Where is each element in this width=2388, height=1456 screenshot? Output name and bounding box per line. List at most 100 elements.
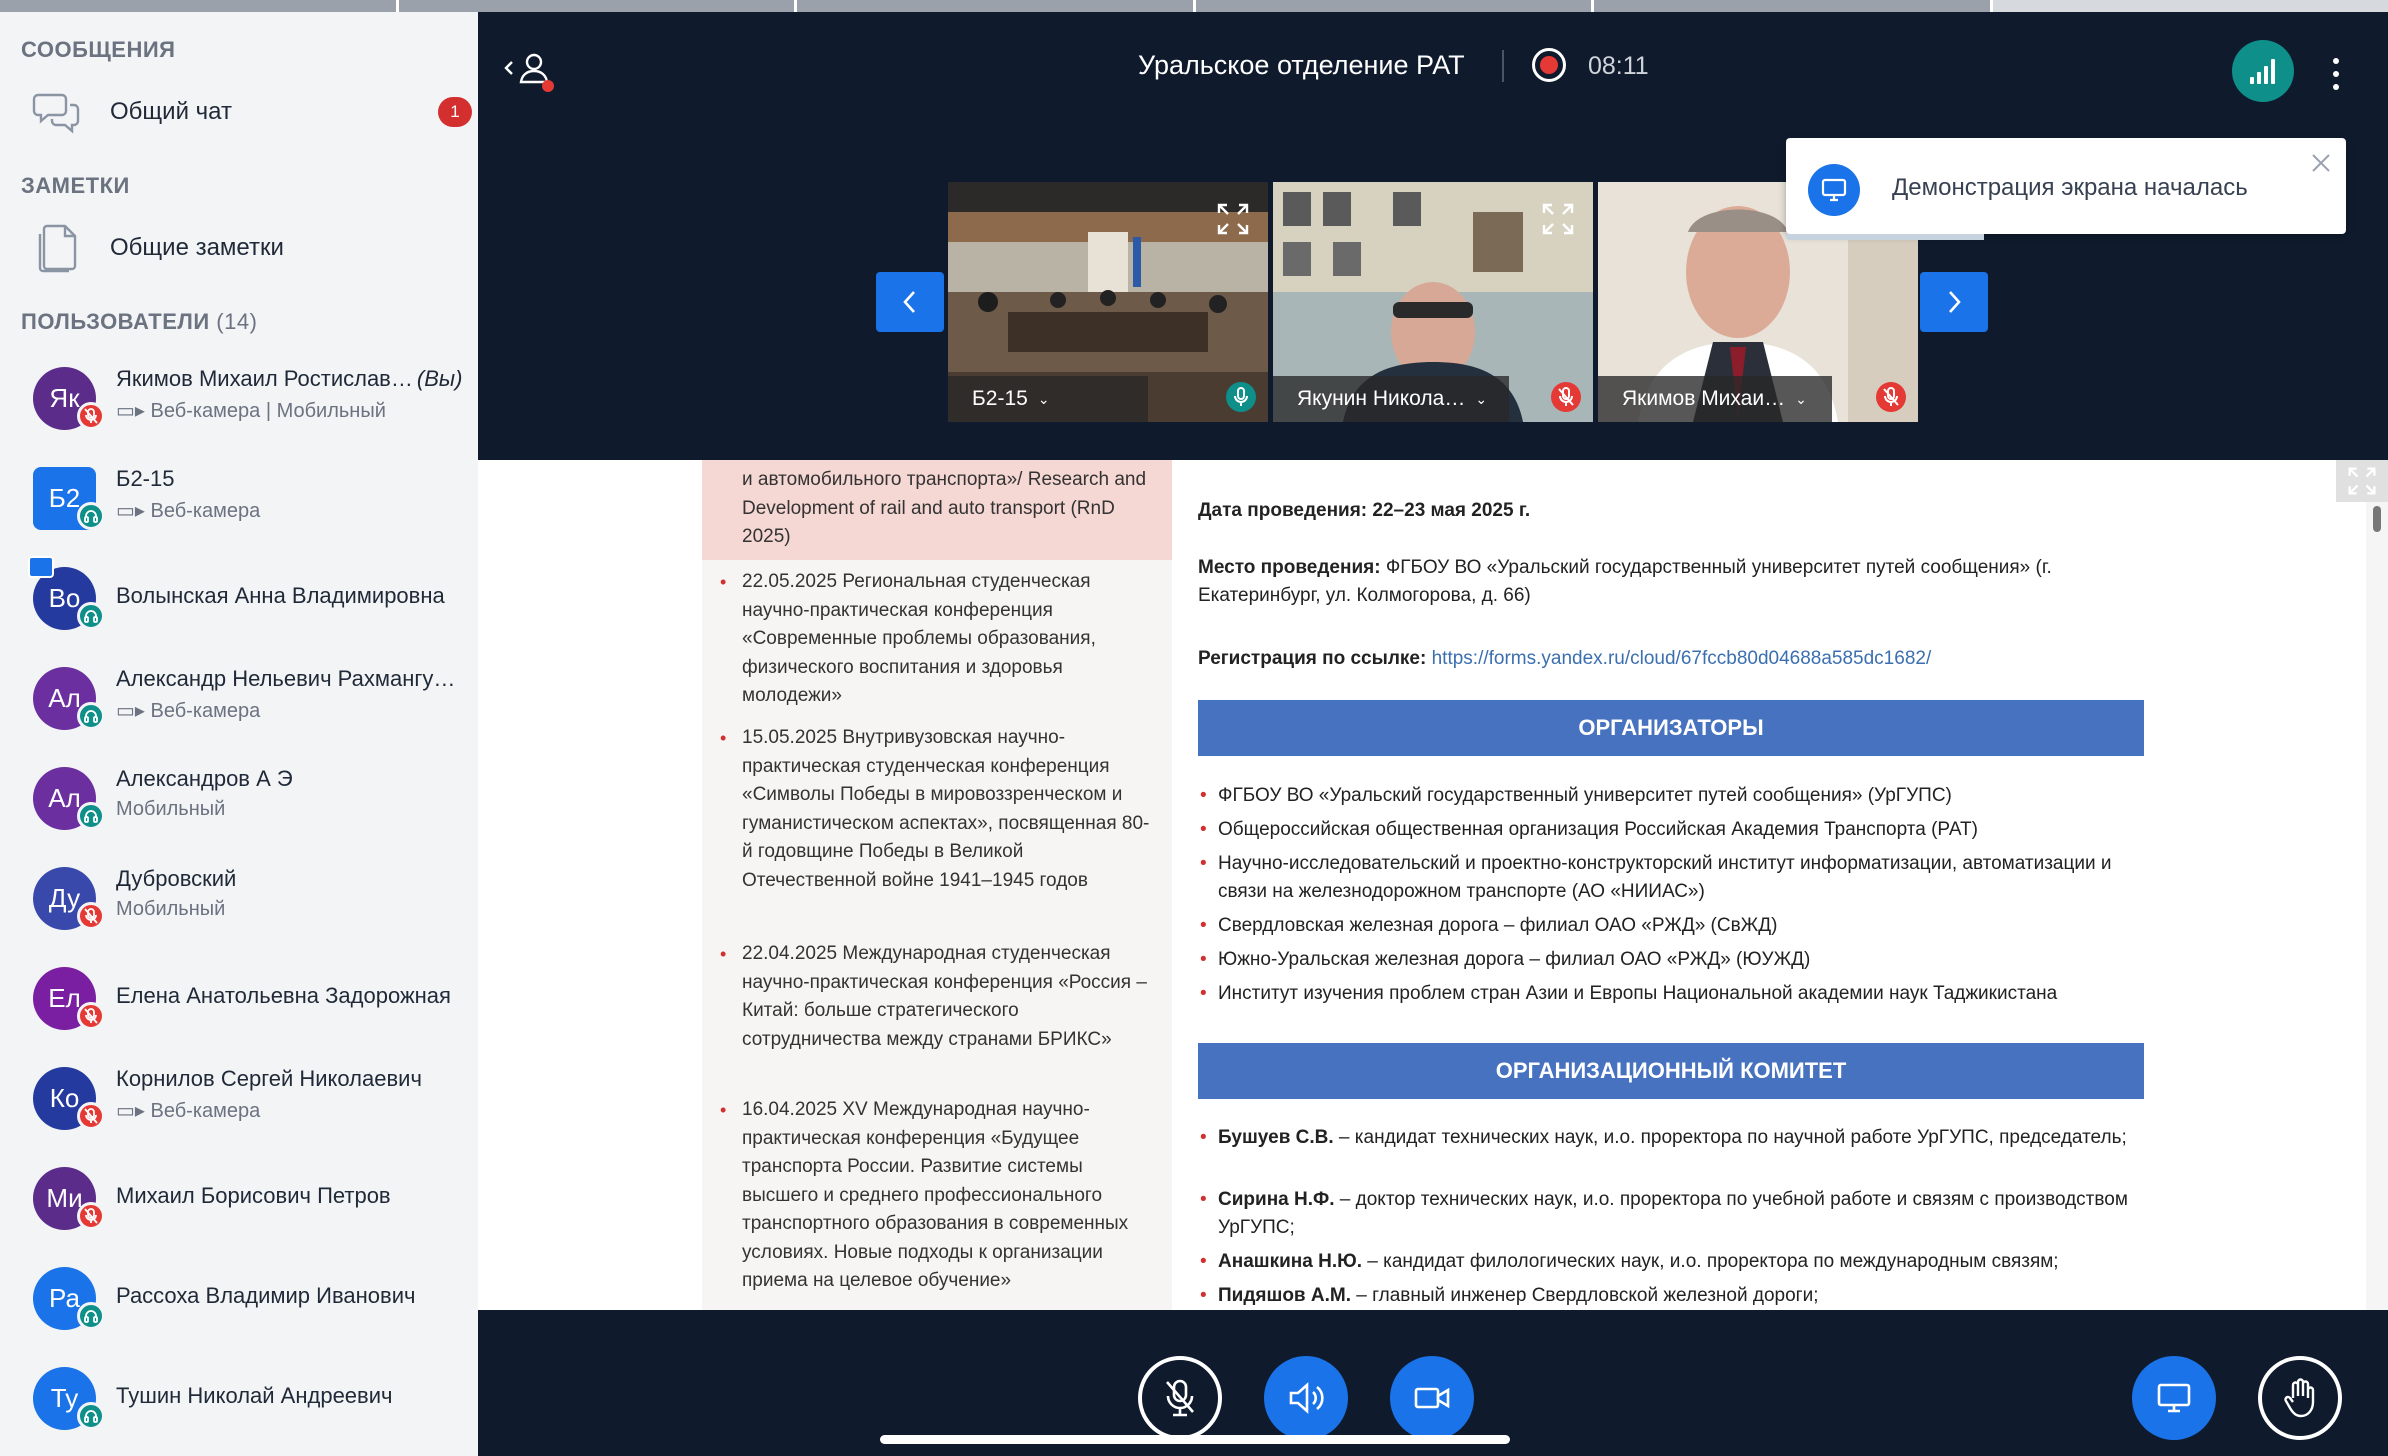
user-name-text: Корнилов Сергей Николаевич	[116, 1066, 422, 1091]
avatar-initials: Б2	[48, 482, 81, 513]
news-item[interactable]: 15.05.2025 Внутривузовская научно-практи…	[720, 724, 1152, 895]
user-info: Б2-15 ▭▸ Веб-камера	[116, 466, 472, 523]
recording-indicator[interactable]	[1532, 48, 1566, 82]
user-device: Мобильный	[116, 898, 226, 920]
avatar-initials: Ту	[50, 1382, 79, 1413]
user-name-text: Михаил Борисович Петров	[116, 1183, 391, 1208]
user-info: Рассоха Владимир Иванович	[116, 1283, 472, 1309]
raise-hand-button[interactable]	[2258, 1356, 2342, 1440]
fullscreen-share-button[interactable]	[2336, 460, 2388, 502]
event-registration: Регистрация по ссылке: https://forms.yan…	[1198, 648, 1931, 670]
home-indicator[interactable]	[880, 1435, 1510, 1444]
avatar-initials: Ел	[48, 982, 81, 1013]
connection-status-button[interactable]	[2232, 40, 2294, 102]
user-name: Корнилов Сергей Николаевич	[116, 1066, 472, 1092]
kebab-menu-icon	[2333, 58, 2339, 90]
news-column: и автомобильного транспорта»/ Research a…	[702, 460, 1172, 1310]
screenshare-toast: Демонстрация экрана началась	[1786, 138, 2346, 240]
registration-link[interactable]: https://forms.yandex.ru/cloud/67fccb80d0…	[1432, 648, 1932, 669]
camera-button[interactable]	[1390, 1356, 1474, 1440]
user-list-item[interactable]: Ел Елена Анатольевна Задорожная	[0, 948, 478, 1048]
back-users-button[interactable]	[502, 48, 562, 92]
news-item[interactable]: 22.05.2025 Региональная студенческая нау…	[720, 568, 1152, 711]
document-scrollbar[interactable]	[2366, 460, 2388, 1310]
mic-muted-icon	[77, 402, 105, 430]
toast-close-button[interactable]	[2308, 150, 2334, 176]
video-name-label[interactable]: Якимов Михаи… ⌄	[1598, 376, 1832, 422]
committee-member-name: Анашкина Н.Ю.	[1218, 1251, 1362, 1272]
user-device: ▭▸ Веб-камера	[116, 500, 261, 522]
user-name: Дубровский	[116, 866, 472, 892]
user-name-text: Волынская Анна Владимировна	[116, 583, 445, 608]
expand-video-button[interactable]	[1541, 202, 1575, 236]
general-chat-item[interactable]: Общий чат 1	[0, 70, 478, 154]
avatar-initials: Ал	[48, 782, 81, 813]
committee-member-name: Бушуев С.В.	[1218, 1127, 1334, 1148]
organizer-item: Институт изучения проблем стран Азии и Е…	[1200, 980, 2138, 1008]
user-list-item[interactable]: Ал Александров А Э Мобильный	[0, 748, 478, 848]
expand-video-button[interactable]	[1216, 202, 1250, 236]
videos-next-button[interactable]	[1920, 272, 1988, 332]
news-item[interactable]: 22.04.2025 Международная студенческая на…	[720, 940, 1152, 1054]
speaker-button[interactable]	[1264, 1356, 1348, 1440]
avatar-initials: Ду	[48, 882, 81, 913]
video-tile-yakunin[interactable]: Якунин Никола… ⌄	[1273, 182, 1593, 422]
video-name-text: Якунин Никола…	[1297, 387, 1466, 410]
mic-on-icon	[1226, 382, 1256, 412]
video-tile-b2-15[interactable]: Б2-15 ⌄	[948, 182, 1268, 422]
header-divider	[1502, 50, 1504, 82]
speaker-icon	[1289, 1382, 1324, 1414]
expand-icon	[1217, 203, 1249, 235]
committee-member-name: Сирина Н.Ф.	[1218, 1189, 1335, 1210]
shared-screen[interactable]: и автомобильного транспорта»/ Research a…	[478, 460, 2388, 1310]
screen-share-icon	[1808, 164, 1860, 216]
committee-member-desc: – кандидат технических наук, и.о. прорек…	[1333, 1127, 2127, 1148]
user-list-item[interactable]: Ал Александр Нельевич Рахмангу… ▭▸ Веб-кам…	[0, 648, 478, 748]
user-list-item[interactable]: Б2 Б2-15 ▭▸ Веб-камера	[0, 448, 478, 548]
videos-prev-button[interactable]	[876, 272, 944, 332]
chevron-down-icon: ⌄	[1795, 390, 1807, 407]
screen-share-icon	[2157, 1383, 2191, 1413]
user-list-item[interactable]: Ми Михаил Борисович Петров	[0, 1148, 478, 1248]
video-name-label[interactable]: Якунин Никола… ⌄	[1273, 376, 1509, 422]
user-name-text: Елена Анатольевна Задорожная	[116, 983, 451, 1008]
avatar-initials: Ко	[49, 1082, 80, 1113]
scrollbar-thumb[interactable]	[2373, 506, 2381, 532]
screen-share-button[interactable]	[2132, 1356, 2216, 1440]
news-item[interactable]: 16.04.2025 XV Международная научно-практ…	[720, 1096, 1152, 1296]
user-name: Тушин Николай Андреевич	[116, 1383, 472, 1409]
user-info: Корнилов Сергей Николаевич ▭▸ Веб-камера	[116, 1066, 472, 1123]
user-list-item[interactable]: Ко Корнилов Сергей Николаевич ▭▸ Веб-камер…	[0, 1048, 478, 1148]
user-list-item[interactable]: Як Якимов Михаил Ростислав… (Вы) ▭▸ Веб-кам…	[0, 348, 478, 448]
video-name-label[interactable]: Б2-15 ⌄	[948, 376, 1148, 422]
mic-off-icon	[1551, 382, 1581, 412]
user-name-text: Тушин Николай Андреевич	[116, 1383, 393, 1408]
microphone-button[interactable]	[1138, 1356, 1222, 1440]
shared-notes-item[interactable]: Общие заметки	[0, 206, 478, 290]
headphones-icon	[77, 602, 105, 630]
mic-muted-icon	[77, 902, 105, 930]
more-options-button[interactable]	[2326, 52, 2346, 96]
user-list-item[interactable]: Ра Рассоха Владимир Иванович	[0, 1248, 478, 1348]
user-info: Волынская Анна Владимировна	[116, 583, 472, 609]
users-heading-label: ПОЛЬЗОВАТЕЛИ	[21, 309, 210, 334]
avatar-initials: Ал	[48, 682, 81, 713]
organizer-item: Южно-Уральская железная дорога – филиал …	[1200, 946, 2138, 974]
general-chat-label: Общий чат	[110, 98, 232, 125]
user-device: ▭▸ Веб-камера | Мобильный	[116, 400, 386, 422]
user-list-item[interactable]: Ту Тушин Николай Андреевич	[0, 1348, 478, 1448]
mic-muted-icon	[77, 1002, 105, 1030]
chevron-left-icon	[903, 291, 915, 313]
committee-member-desc: – главный инженер Свердловской железной …	[1351, 1285, 1819, 1306]
user-name: Александр Нельевич Рахмангу…	[116, 666, 472, 692]
headphones-icon	[77, 1402, 105, 1430]
user-list-item[interactable]: Ду Дубровский Мобильный	[0, 848, 478, 948]
user-name-text: Александров А Э	[116, 766, 293, 791]
date-value: 22–23 мая 2025 г.	[1372, 500, 1531, 521]
place-label: Место проведения:	[1198, 557, 1381, 578]
committee-member-desc: – кандидат филологических наук, и.о. про…	[1361, 1251, 2059, 1272]
mic-muted-icon	[77, 1102, 105, 1130]
user-list-item[interactable]: Во Волынская Анна Владимировна	[0, 548, 478, 648]
user-name-text: Александр Нельевич Рахмангу…	[116, 666, 456, 691]
expand-icon	[2348, 467, 2376, 495]
